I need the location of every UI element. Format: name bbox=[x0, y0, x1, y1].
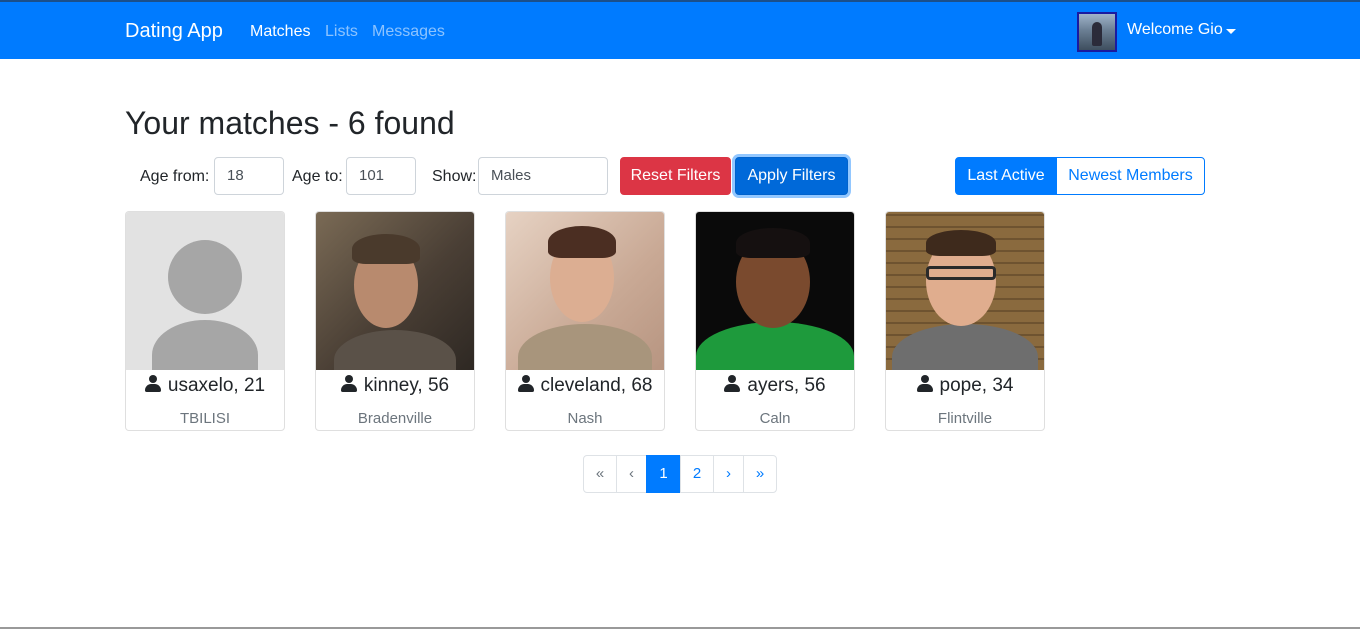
welcome-dropdown-toggle[interactable]: Welcome Gio bbox=[1127, 21, 1223, 39]
member-photo bbox=[886, 212, 1044, 370]
member-card[interactable]: ayers, 56 Caln bbox=[695, 211, 855, 431]
user-icon bbox=[724, 375, 741, 392]
user-icon bbox=[144, 375, 161, 392]
member-city: Bradenville bbox=[357, 410, 433, 427]
member-name: ayers, 56 bbox=[696, 375, 854, 397]
nav-link-matches[interactable]: Matches bbox=[250, 23, 310, 41]
pagination-first[interactable]: « bbox=[583, 455, 617, 493]
member-card[interactable]: cleveland, 68 Nash bbox=[505, 211, 665, 431]
member-photo bbox=[126, 212, 284, 370]
member-name: usaxelo, 21 bbox=[126, 375, 284, 397]
user-icon bbox=[340, 375, 357, 392]
member-card[interactable]: pope, 34 Flintville bbox=[885, 211, 1045, 431]
member-card[interactable]: usaxelo, 21 TBILISI bbox=[125, 211, 285, 431]
age-from-label: Age from: bbox=[140, 168, 210, 185]
pagination-last[interactable]: » bbox=[743, 455, 777, 493]
age-to-label: Age to: bbox=[292, 168, 343, 185]
user-icon bbox=[916, 375, 933, 392]
member-name: kinney, 56 bbox=[316, 375, 474, 397]
member-name: pope, 34 bbox=[886, 375, 1044, 397]
user-avatar[interactable] bbox=[1077, 12, 1117, 52]
pagination-page-2[interactable]: 2 bbox=[680, 455, 714, 493]
nav-link-messages[interactable]: Messages bbox=[372, 23, 445, 41]
brand-link[interactable]: Dating App bbox=[125, 20, 223, 43]
navbar: Dating App Matches Lists Messages Welcom… bbox=[0, 0, 1360, 59]
member-name: cleveland, 68 bbox=[506, 375, 664, 397]
user-icon bbox=[517, 375, 534, 392]
apply-filters-button[interactable]: Apply Filters bbox=[735, 157, 848, 195]
member-card[interactable]: kinney, 56 Bradenville bbox=[315, 211, 475, 431]
pagination-page-1[interactable]: 1 bbox=[646, 455, 681, 493]
member-city: TBILISI bbox=[179, 410, 231, 427]
member-photo bbox=[696, 212, 854, 370]
caret-down-icon[interactable] bbox=[1226, 29, 1236, 34]
nav-link-lists[interactable]: Lists bbox=[325, 23, 358, 41]
member-photo bbox=[316, 212, 474, 370]
member-city: Flintville bbox=[937, 410, 993, 427]
age-from-input[interactable]: 18 bbox=[214, 157, 284, 195]
sort-last-active-button[interactable]: Last Active bbox=[955, 157, 1057, 195]
sort-newest-members-button[interactable]: Newest Members bbox=[1056, 157, 1205, 195]
pagination-next[interactable]: › bbox=[713, 455, 744, 493]
gender-select[interactable]: Males bbox=[478, 157, 608, 195]
age-to-input[interactable]: 101 bbox=[346, 157, 416, 195]
page-title: Your matches - 6 found bbox=[125, 105, 455, 141]
pagination-prev[interactable]: ‹ bbox=[616, 455, 647, 493]
member-city: Nash bbox=[567, 410, 603, 427]
show-label: Show: bbox=[432, 168, 477, 185]
member-city: Caln bbox=[759, 410, 791, 427]
member-photo bbox=[506, 212, 664, 370]
reset-filters-button[interactable]: Reset Filters bbox=[620, 157, 731, 195]
